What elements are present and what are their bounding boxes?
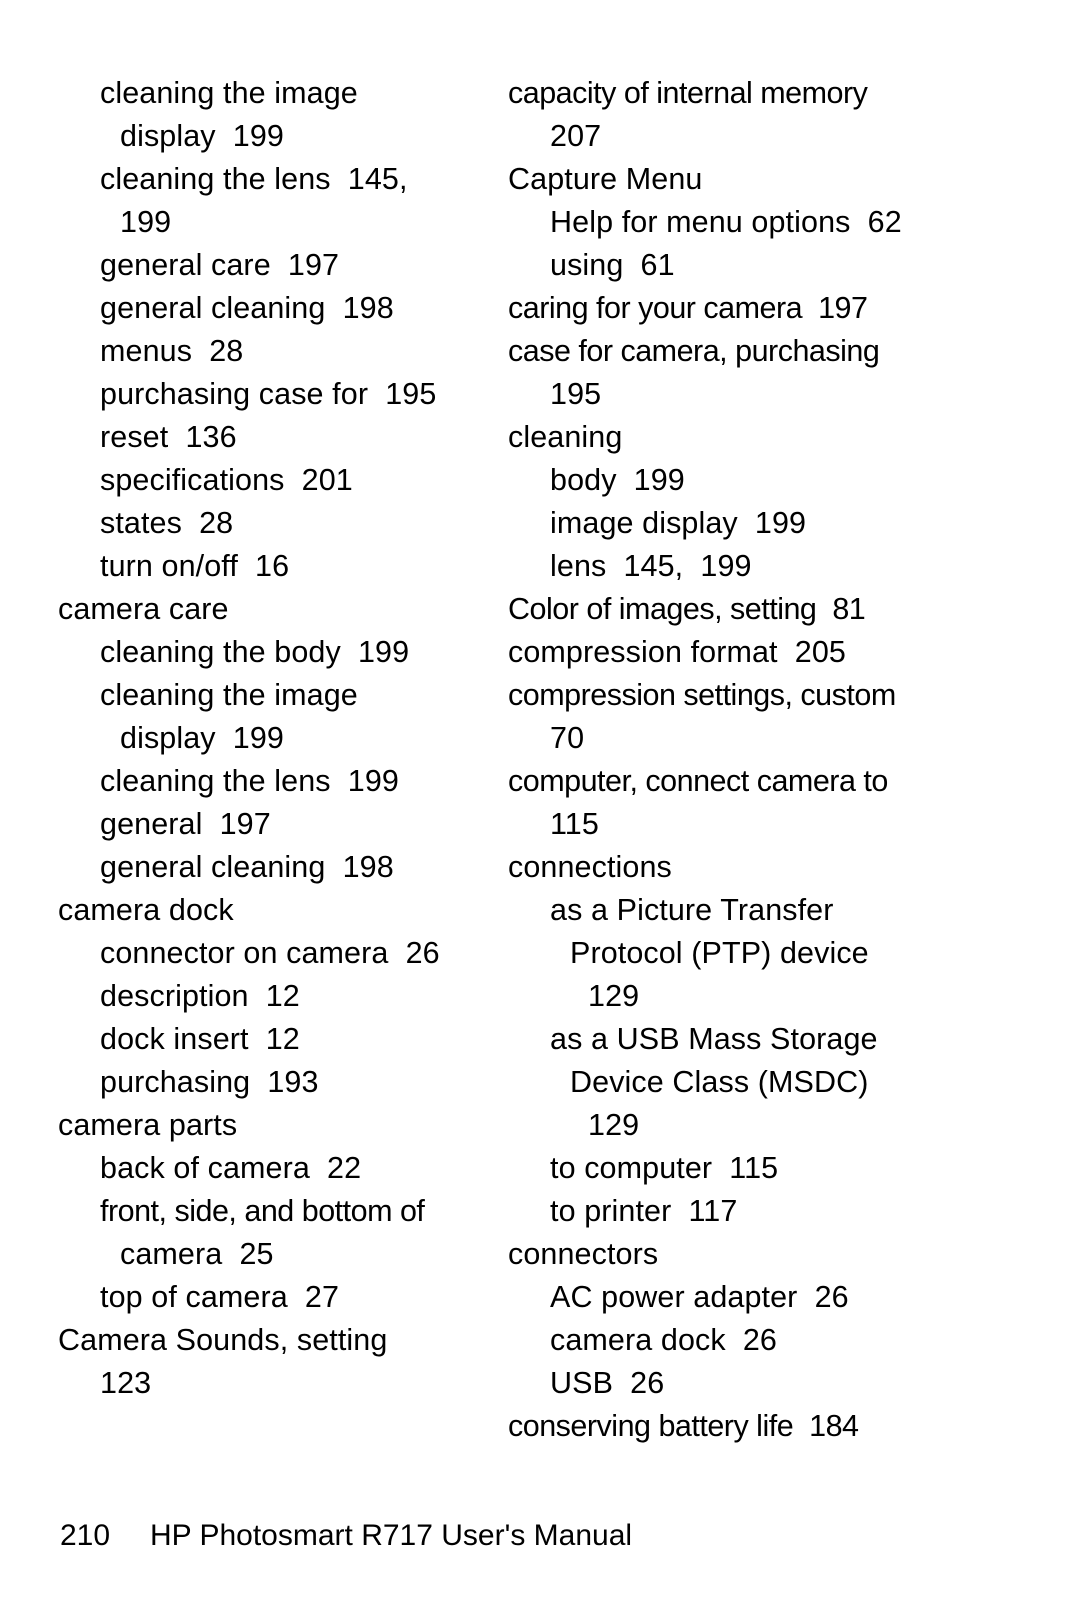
index-entry: cleaning [508, 420, 623, 454]
index-entry: connections [508, 850, 672, 884]
index-entry: camera care [58, 592, 229, 626]
index-entry: compression settings, custom [508, 678, 896, 712]
index-entry: using 61 [550, 248, 675, 282]
index-entry: as a USB Mass Storage [550, 1022, 878, 1056]
index-entry: as a Picture Transfer [550, 893, 834, 927]
index-entry: 70 [550, 721, 585, 755]
index-entry: top of camera 27 [100, 1280, 340, 1314]
index-entry: Protocol (PTP) device [570, 936, 869, 970]
index-entry: cleaning the image [100, 678, 358, 712]
index-entry: 129 [588, 979, 640, 1013]
index-entry: front, side, and bottom of [100, 1194, 425, 1228]
index-entry: to computer 115 [550, 1151, 779, 1185]
index-entry: conserving battery life 184 [508, 1409, 859, 1443]
index-entry: 207 [550, 119, 602, 153]
footer-manual-title: HP Photosmart R717 User's Manual [150, 1519, 633, 1552]
index-entry: general cleaning 198 [100, 850, 394, 884]
index-entry: purchasing 193 [100, 1065, 319, 1099]
index-entry: 123 [100, 1366, 152, 1400]
index-entry: display 199 [120, 721, 284, 755]
index-entry: cleaning the image [100, 76, 358, 110]
index-entry: body 199 [550, 463, 685, 497]
index-entry: connectors [508, 1237, 659, 1271]
index-page: cleaning the image display 199 cleaning th… [0, 0, 1080, 1620]
index-entry: cleaning the lens 199 [100, 764, 399, 798]
index-entry: states 28 [100, 506, 234, 540]
index-entry: display 199 [120, 119, 284, 153]
index-entry: image display 199 [550, 506, 807, 540]
index-entry: turn on/off 16 [100, 549, 290, 583]
index-entry: specifications 201 [100, 463, 353, 497]
index-columns: cleaning the image display 199 cleaning th… [0, 72, 1080, 1448]
index-entry: to printer 117 [550, 1194, 738, 1228]
index-entry: camera dock [58, 893, 234, 927]
index-entry: back of camera 22 [100, 1151, 362, 1185]
index-entry: capacity of internal memory [508, 76, 868, 110]
index-entry: case for camera, purchasing [508, 334, 880, 368]
index-entry: Camera Sounds, setting [58, 1323, 388, 1357]
index-entry: Color of images, setting 81 [508, 592, 866, 626]
index-entry: reset 136 [100, 420, 237, 454]
index-entry: 129 [588, 1108, 640, 1142]
index-entry: caring for your camera 197 [508, 291, 868, 325]
index-column-left: cleaning the image display 199 cleaning th… [58, 72, 508, 1448]
index-entry: general care 197 [100, 248, 340, 282]
index-entry: compression format 205 [508, 635, 846, 669]
footer-page-number: 210 [60, 1519, 111, 1552]
index-entry: dock insert 12 [100, 1022, 300, 1056]
page-footer: 210 HP Photosmart R717 User's Manual [60, 1516, 632, 1556]
index-entry: 195 [550, 377, 602, 411]
index-entry: general 197 [100, 807, 271, 841]
index-entry: AC power adapter 26 [550, 1280, 849, 1314]
index-entry: connector on camera 26 [100, 936, 440, 970]
index-entry: cleaning the body 199 [100, 635, 410, 669]
index-entry: menus 28 [100, 334, 244, 368]
index-entry: camera 25 [120, 1237, 274, 1271]
index-entry: USB 26 [550, 1366, 665, 1400]
index-column-right: capacity of internal memory 207 Capture Me… [508, 72, 958, 1448]
index-entry: description 12 [100, 979, 300, 1013]
index-entry: 115 [550, 807, 599, 841]
index-entry: computer, connect camera to [508, 764, 888, 798]
index-entry: camera dock 26 [550, 1323, 777, 1357]
index-entry: purchasing case for 195 [100, 377, 437, 411]
index-entry: Help for menu options 62 [550, 205, 902, 239]
index-entry: 199 [120, 205, 172, 239]
index-entry: lens 145, 199 [550, 549, 752, 583]
index-entry: camera parts [58, 1108, 238, 1142]
index-entry: Device Class (MSDC) [570, 1065, 869, 1099]
index-entry: Capture Menu [508, 162, 703, 196]
index-entry: cleaning the lens 145, [100, 162, 408, 196]
index-entry: general cleaning 198 [100, 291, 394, 325]
